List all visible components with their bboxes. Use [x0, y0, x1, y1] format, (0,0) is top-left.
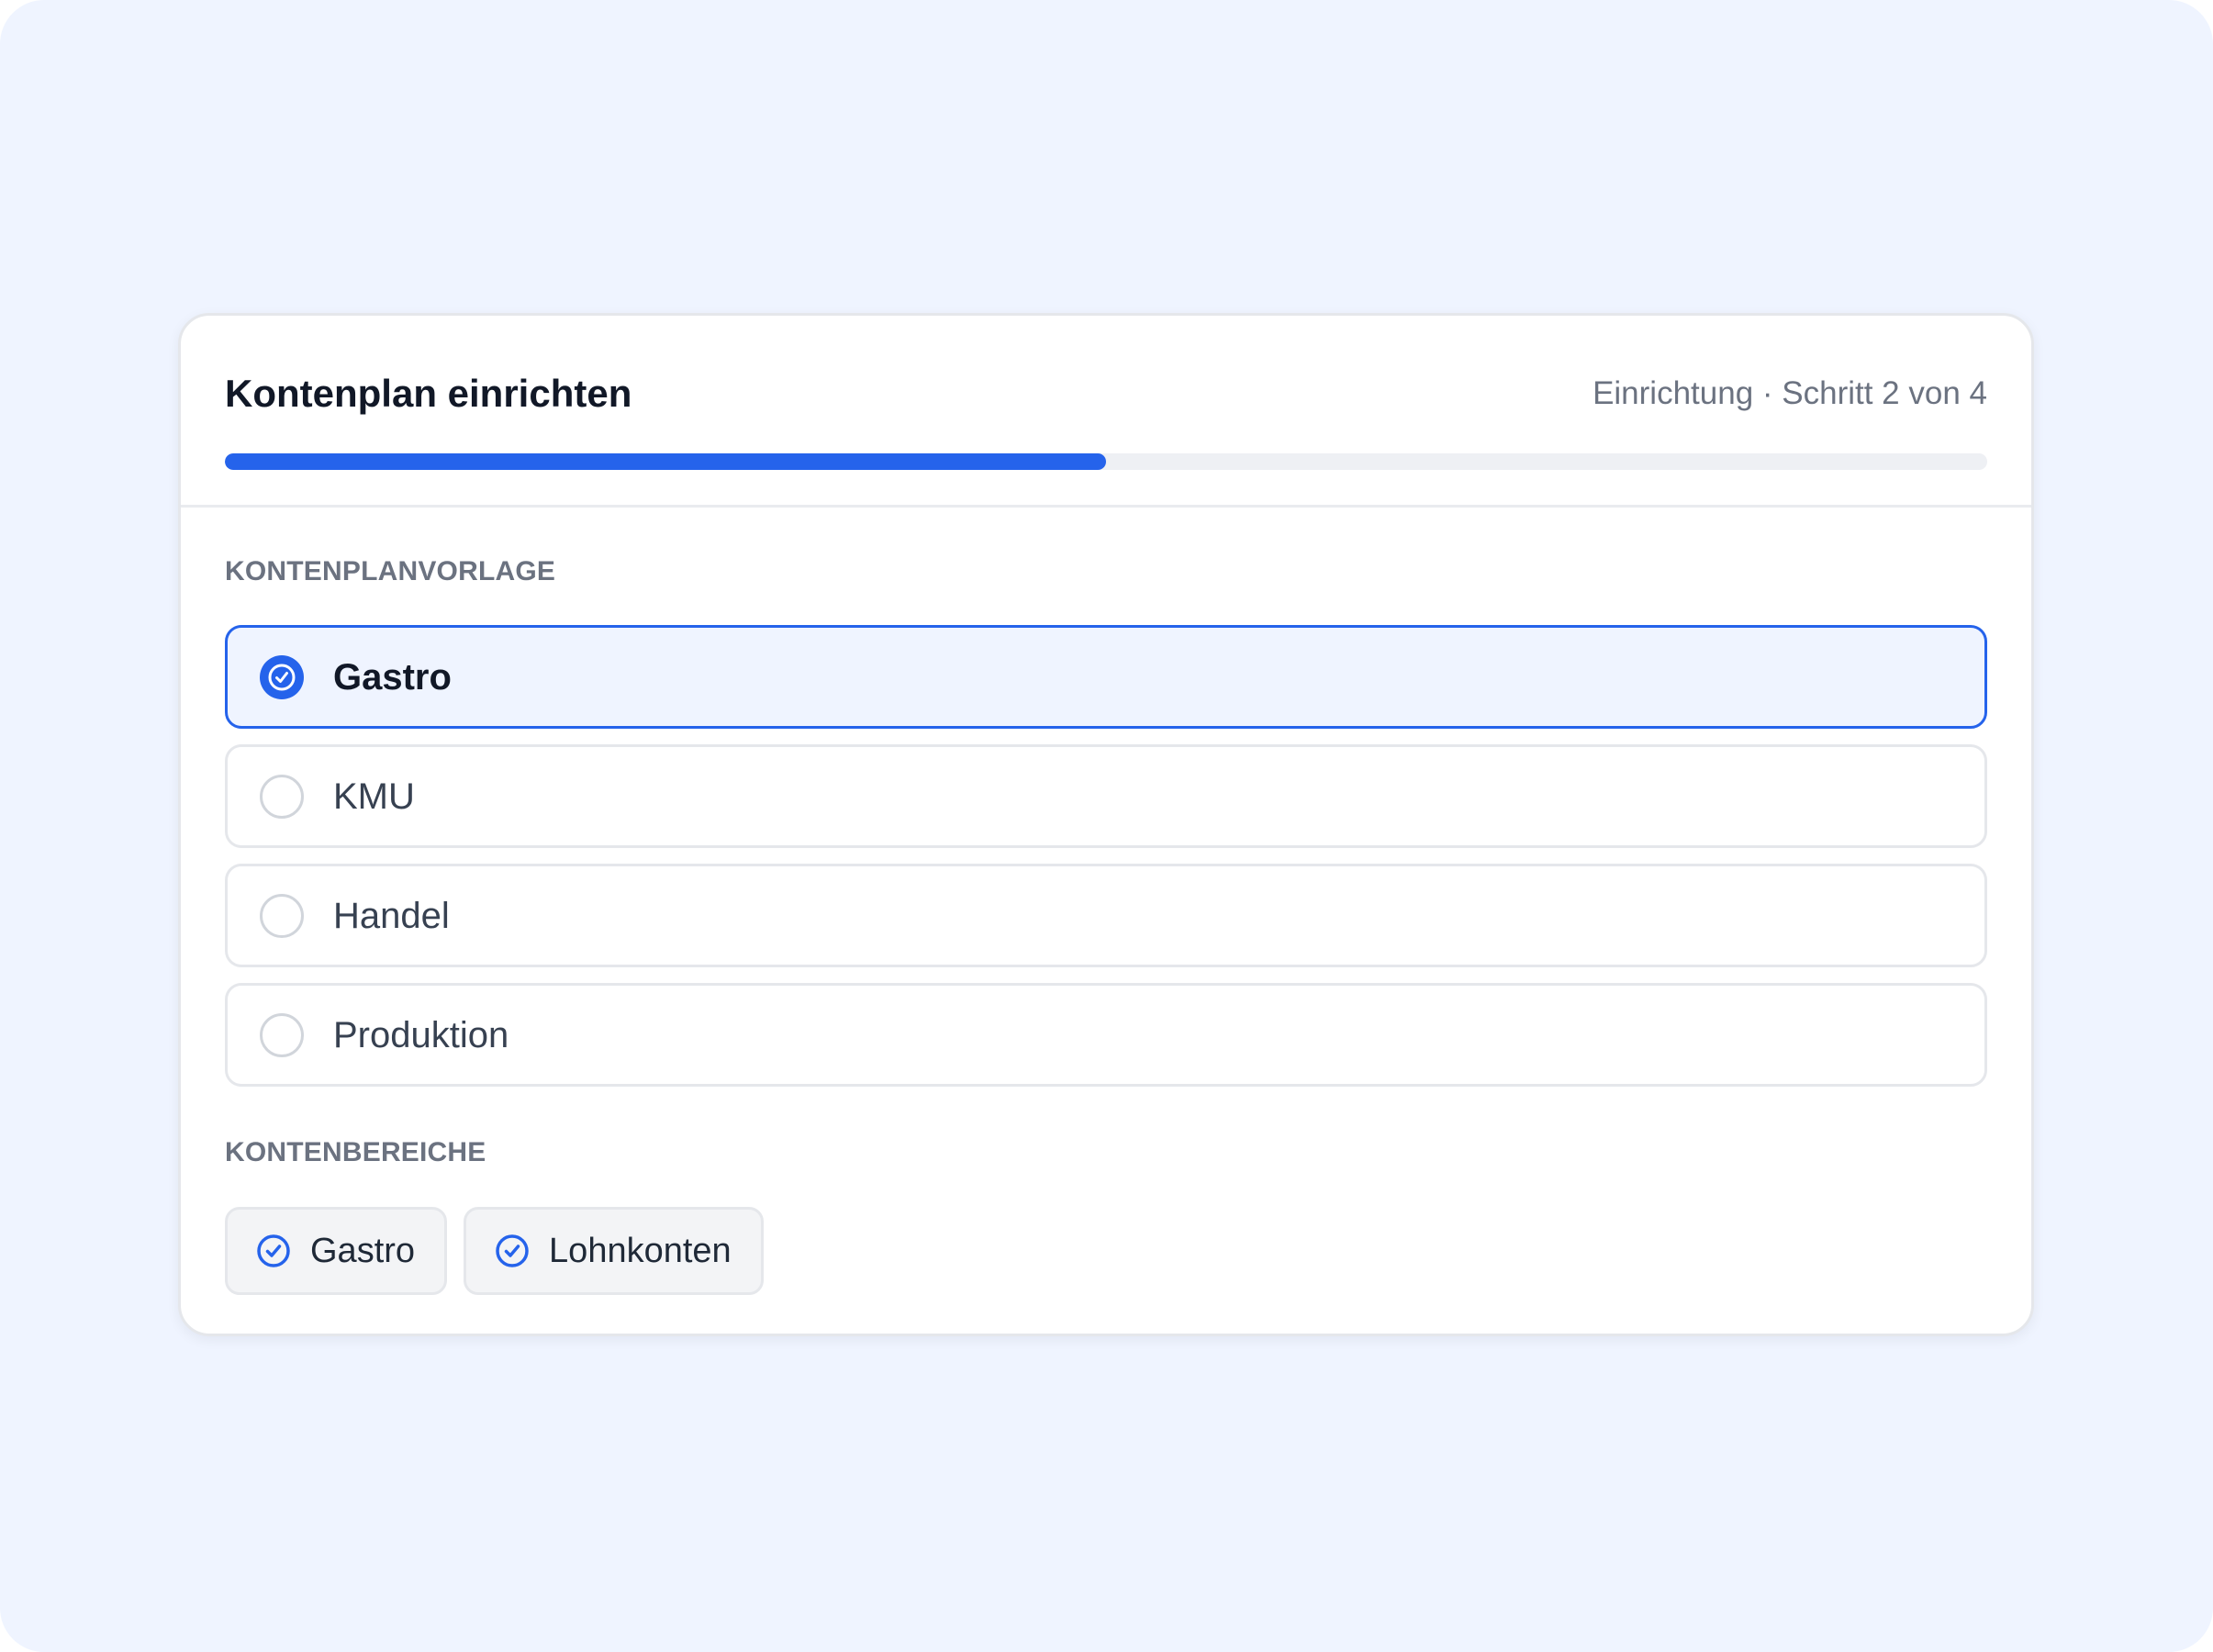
- template-option-kmu[interactable]: KMU: [225, 744, 1987, 848]
- range-chip-gastro[interactable]: Gastro: [225, 1207, 448, 1295]
- check-circle-icon: [494, 1233, 531, 1269]
- page-title: Kontenplan einrichten: [225, 372, 632, 415]
- range-chips: Gastro Lohnkonten: [225, 1207, 780, 1295]
- template-options: Gastro KMU Handel Produktion: [225, 625, 1987, 1102]
- page-background: Kontenplan einrichten Einrichtung · Schr…: [0, 0, 2213, 1652]
- template-option-label: KMU: [333, 776, 415, 817]
- template-option-label: Produktion: [333, 1014, 509, 1055]
- section-label-templates: KONTENPLANVORLAGE: [225, 556, 556, 586]
- template-option-produktion[interactable]: Produktion: [225, 983, 1987, 1087]
- radio-unselected-icon: [260, 893, 304, 938]
- range-chip-label: Gastro: [310, 1232, 416, 1270]
- progress-bar: [225, 453, 1987, 470]
- radio-unselected-icon: [260, 774, 304, 819]
- range-chip-label: Lohnkonten: [549, 1232, 732, 1270]
- check-circle-icon: [255, 1233, 292, 1269]
- template-option-handel[interactable]: Handel: [225, 864, 1987, 967]
- card-header: Kontenplan einrichten Einrichtung · Schr…: [181, 316, 2031, 508]
- step-indicator: Einrichtung · Schritt 2 von 4: [1593, 375, 1987, 411]
- progress-bar-fill: [225, 453, 1106, 470]
- setup-card: Kontenplan einrichten Einrichtung · Schr…: [178, 313, 2034, 1336]
- radio-selected-icon: [260, 654, 304, 699]
- range-chip-lohnkonten[interactable]: Lohnkonten: [464, 1207, 764, 1295]
- template-option-gastro[interactable]: Gastro: [225, 625, 1987, 729]
- template-option-label: Gastro: [333, 656, 452, 698]
- radio-unselected-icon: [260, 1012, 304, 1057]
- section-label-ranges: KONTENBEREICHE: [225, 1137, 486, 1167]
- template-option-label: Handel: [333, 895, 450, 936]
